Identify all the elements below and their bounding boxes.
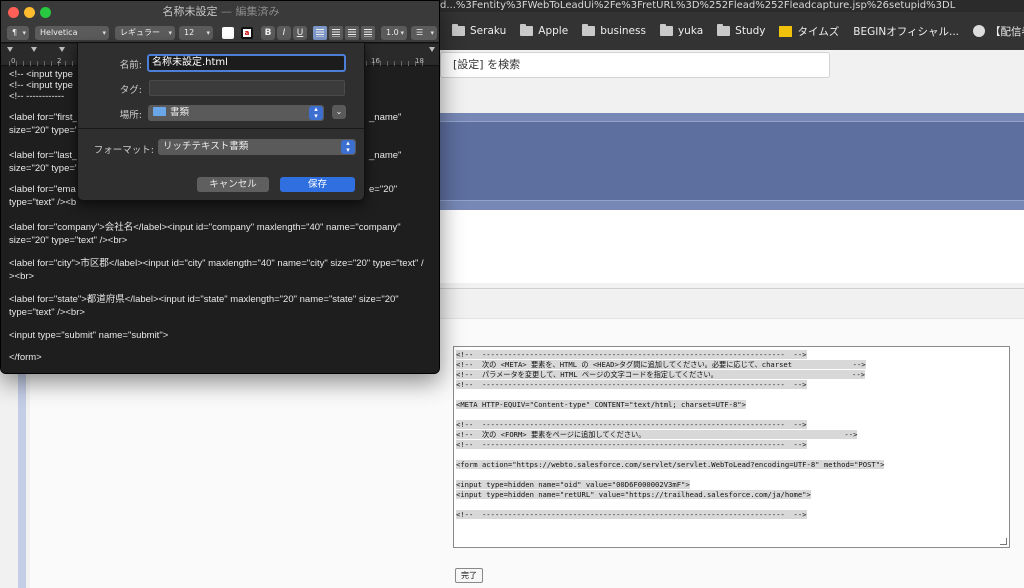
file-format-popup[interactable]: リッチテキスト書類 ▴ ▾	[158, 139, 356, 155]
save-dialog: 名前: 名称未設定.html タグ: 場所: 書類 ▴ ▾ ⌄ フォーマット: リ…	[77, 43, 365, 201]
tags-input[interactable]	[149, 80, 345, 96]
header-white-band	[440, 210, 1024, 283]
bold-button[interactable]: B	[261, 26, 275, 40]
bookmark-study[interactable]: Study	[717, 24, 765, 37]
tab-stop-icon[interactable]	[59, 47, 65, 52]
resize-grip-icon[interactable]	[1000, 538, 1007, 545]
font-size-popup[interactable]: 12 ▾	[179, 26, 213, 40]
text-line: ><br>	[9, 271, 35, 282]
bookmark-streamers[interactable]: 【配信者向け】ネ	[973, 24, 1024, 39]
text-line: size="20" type="text" /><br>	[9, 235, 128, 246]
name-label: 名前:	[119, 60, 142, 71]
text-line: type="text" /><b	[9, 197, 77, 208]
file-name-input[interactable]: 名称未設定.html	[147, 54, 346, 72]
text-line: e="20"	[369, 184, 398, 195]
code-line: <META HTTP-EQUIV="Content-type" CONTENT=…	[456, 400, 746, 409]
popup-stepper-icon: ▴ ▾	[341, 140, 355, 154]
text-line: _name"	[369, 112, 402, 123]
underline-button[interactable]: U	[293, 26, 307, 40]
text-line: type="text" /><br>	[9, 307, 85, 318]
location-label: 場所:	[119, 110, 142, 121]
left-indent-marker-icon[interactable]	[7, 47, 13, 52]
folder-icon	[153, 107, 166, 116]
bookmark-times[interactable]: タイムズ	[779, 24, 839, 39]
tab-stop-icon[interactable]	[31, 47, 37, 52]
font-family-popup[interactable]: Helvetica ▾	[35, 26, 109, 40]
folder-icon	[659, 24, 673, 36]
save-button[interactable]: 保存	[280, 177, 355, 192]
location-popup[interactable]: 書類 ▴ ▾	[148, 105, 324, 121]
url-text: d...%3Fentity%3FWebToLeadUi%2Fe%3FretURL…	[440, 0, 956, 11]
globe-icon	[973, 25, 986, 37]
code-line: <!-- -----------------------------------…	[456, 440, 807, 449]
text-line: size="20" type="	[9, 125, 79, 136]
bookmark-seraku[interactable]: Seraku	[452, 24, 506, 37]
code-line: <!-- パラメータを変更して、HTML ページの文字コードを指定してください。…	[456, 370, 865, 379]
cancel-button[interactable]: キャンセル	[197, 177, 269, 192]
textedit-window: 名称未設定 — 編集済み ¶ ▾ Helvetica ▾ レギュラー ▾ 12 ▾ a …	[0, 0, 440, 374]
code-line: <input type=hidden name="retURL" value="…	[456, 490, 811, 499]
window-title: 名称未設定 — 編集済み	[162, 5, 280, 18]
code-line: <!-- -----------------------------------…	[456, 420, 807, 429]
code-line: <!-- 次の <FORM> 要素をページに追加してください。 -->	[456, 430, 858, 439]
align-center-icon[interactable]	[329, 26, 343, 40]
bookmark-business[interactable]: business	[582, 24, 646, 37]
code-line: <input type=hidden name="oid" value="00D…	[456, 480, 690, 489]
text-line: _name"	[369, 150, 402, 161]
header-banner	[440, 113, 1024, 210]
text-line: <label for="ema	[9, 184, 76, 195]
text-color-well[interactable]	[222, 27, 234, 39]
font-style-popup[interactable]: レギュラー ▾	[115, 26, 175, 40]
folder-icon	[452, 24, 465, 36]
window-titlebar[interactable]: 名称未設定 — 編集済み	[1, 1, 439, 23]
format-label: フォーマット:	[93, 145, 154, 156]
code-line: <form action="https://webto.salesforce.c…	[456, 460, 885, 469]
done-button[interactable]: 完了	[455, 568, 483, 583]
paragraph-style-popup[interactable]: ¶ ▾	[7, 26, 29, 40]
text-line: size="20" type="	[9, 163, 79, 174]
tags-label: タグ:	[119, 85, 142, 96]
code-line: <!-- -----------------------------------…	[456, 350, 807, 359]
text-line: <label for="state">都道府県</label><input id…	[9, 294, 399, 305]
highlight-color-well[interactable]: a	[241, 27, 253, 39]
text-line: </form>	[9, 352, 42, 363]
expand-chevron-icon[interactable]: ⌄	[332, 105, 346, 119]
format-toolbar: ¶ ▾ Helvetica ▾ レギュラー ▾ 12 ▾ a B I U 1.0 ▾ ☰ ▾	[1, 23, 439, 43]
text-line: <label for="first_	[9, 112, 78, 123]
bookmarks-bar: Seraku Apple business yuka Study タイムズ BE…	[440, 12, 1024, 50]
right-indent-marker-icon[interactable]	[429, 47, 435, 52]
align-right-icon[interactable]	[361, 26, 375, 40]
times-logo-icon	[779, 25, 793, 37]
code-line: <!-- -----------------------------------…	[456, 510, 807, 519]
bookmark-yuka[interactable]: yuka	[659, 24, 703, 37]
setup-search-input[interactable]: [設定] を検索	[440, 52, 830, 78]
list-style-popup[interactable]: ☰ ▾	[411, 26, 437, 40]
text-line: <!-- ------------	[9, 91, 65, 102]
italic-button[interactable]: I	[277, 26, 291, 40]
text-line: <label for="city">市区郡</label><input id="…	[9, 258, 424, 269]
folder-icon	[582, 24, 596, 36]
align-justify-icon[interactable]	[345, 26, 359, 40]
code-line: <!-- -----------------------------------…	[456, 380, 807, 389]
generated-html-textarea[interactable]: <!-- -----------------------------------…	[453, 346, 1010, 548]
popup-stepper-icon: ▴ ▾	[309, 106, 323, 120]
text-line: <label for="company">会社名</label><input i…	[9, 222, 401, 233]
line-spacing-popup[interactable]: 1.0 ▾	[381, 26, 407, 40]
folder-icon	[520, 24, 534, 36]
bookmark-apple[interactable]: Apple	[520, 24, 568, 37]
folder-icon	[717, 24, 731, 36]
code-line: <!-- 次の <META> 要素を、HTML の <HEAD>タグ間に追加して…	[456, 360, 866, 369]
bookmark-begin[interactable]: BEGINオフィシャル...	[853, 24, 959, 39]
divider	[440, 288, 1024, 289]
align-left-icon[interactable]	[313, 26, 327, 40]
text-line: <label for="last_	[9, 150, 78, 161]
text-line: <input type="submit" name="submit">	[9, 330, 169, 341]
